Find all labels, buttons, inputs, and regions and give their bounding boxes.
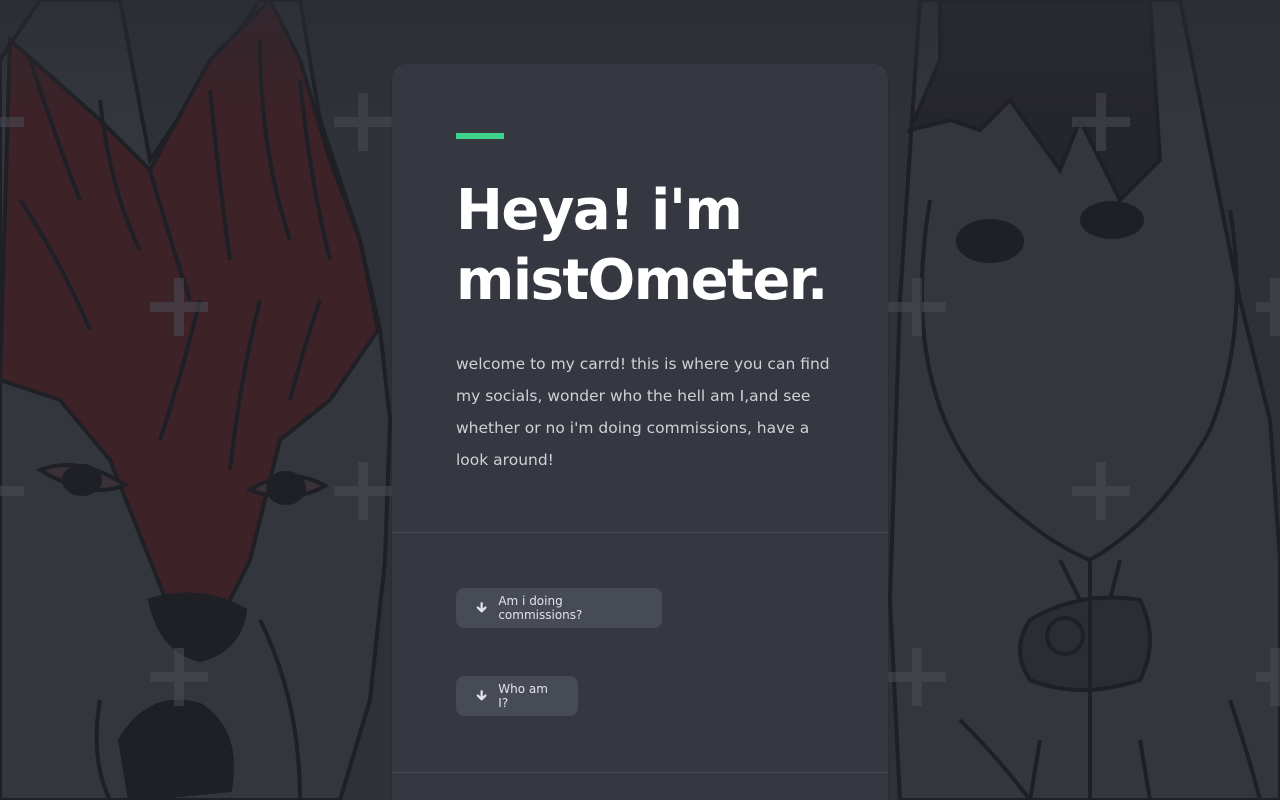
section-divider <box>392 532 888 533</box>
page-title: Heya! i'm mistOmeter. <box>456 176 856 316</box>
arrow-down-icon <box>476 602 487 613</box>
who-am-i-button-label: Who am I? <box>498 682 548 710</box>
title-line-1: Heya! i'm <box>456 178 743 243</box>
accent-bar <box>456 133 504 139</box>
intro-text: welcome to my carrd! this is where you c… <box>456 355 830 469</box>
who-am-i-button[interactable]: Who am I? <box>456 676 578 716</box>
commissions-button-label: Am i doing commissions? <box>498 594 583 622</box>
section-divider <box>392 772 888 773</box>
intro-card: Heya! i'm mistOmeter. welcome to my carr… <box>392 64 888 800</box>
title-line-2: mistOmeter. <box>456 248 828 313</box>
arrow-down-icon <box>476 690 487 701</box>
commissions-button[interactable]: Am i doing commissions? <box>456 588 662 628</box>
